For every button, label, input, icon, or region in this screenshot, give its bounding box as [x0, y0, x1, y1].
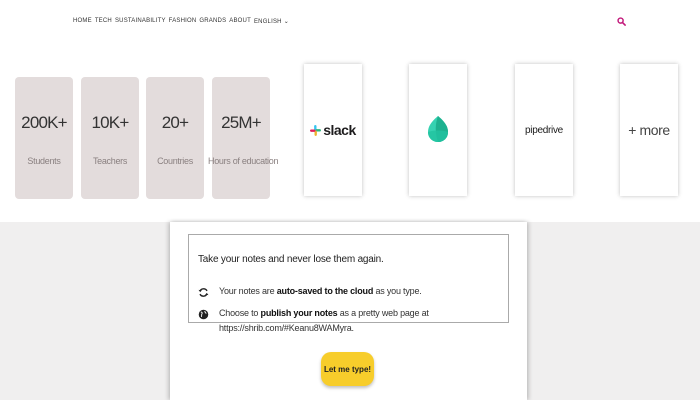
nav-item-language[interactable]: ENGLISH ⌄ [254, 18, 289, 25]
stat-label: Teachers [92, 156, 128, 166]
stat-card-countries: 20+ Countries [146, 77, 204, 199]
stat-label: Students [27, 156, 61, 166]
stat-value: 10K+ [91, 113, 130, 132]
sync-icon [198, 288, 209, 297]
feature-autosave-post: as you type. [373, 286, 422, 296]
slack-logo-icon [310, 124, 322, 136]
let-me-type-button[interactable]: Let me type! [321, 352, 374, 386]
logo-card-more[interactable]: + more [620, 64, 678, 196]
stat-card-hours: 25M+ Hours of education [208, 77, 278, 199]
logo-card-slack[interactable]: slack [304, 64, 362, 196]
logo-card-pipedrive[interactable]: pipedrive [515, 64, 573, 196]
nav-item-grands[interactable]: GRANDS [199, 18, 226, 25]
chevron-down-icon: ⌄ [283, 19, 289, 25]
stat-value: 20+ [161, 113, 189, 132]
logo-card-teal[interactable] [409, 64, 467, 196]
feature-publish-pre: Choose to [219, 308, 261, 318]
stat-card-teachers: 10K+ Teachers [81, 77, 139, 199]
more-logos-link: + more [628, 122, 670, 138]
feature-publish-post: as a pretty web page at [337, 308, 429, 318]
stat-value: 200K+ [21, 113, 67, 132]
stat-card-students: 200K+ Students [15, 77, 73, 199]
pipedrive-logo-text: pipedrive [525, 124, 563, 136]
top-nav: HOME TECH SUSTAINABILITY FASHION GRANDS … [73, 18, 289, 25]
nav-item-about[interactable]: ABOUT [229, 18, 251, 25]
nav-item-fashion[interactable]: FASHION [169, 18, 197, 25]
slack-logo-text: slack [323, 122, 356, 138]
stat-label: Hours of education [208, 156, 279, 166]
feature-publish-bold: publish your notes [260, 308, 338, 318]
nav-item-sustainability[interactable]: SUSTAINABILITY [115, 18, 166, 25]
search-icon[interactable] [617, 17, 626, 26]
stat-value: 25M+ [221, 113, 262, 132]
feature-autosave-pre: Your notes are [219, 286, 277, 296]
teal-logo-icon [428, 116, 448, 142]
stat-label: Countries [157, 156, 193, 166]
nav-item-tech[interactable]: TECH [95, 18, 112, 25]
language-label: ENGLISH [253, 19, 282, 25]
publish-url: https://shrib.com/#Keanu8WAMyra. [219, 323, 354, 333]
globe-icon [198, 309, 209, 320]
nav-item-home[interactable]: HOME [73, 18, 92, 25]
notes-intro-text: Take your notes and never lose them agai… [198, 254, 384, 265]
feature-autosave-bold: auto-saved to the cloud [276, 286, 374, 296]
